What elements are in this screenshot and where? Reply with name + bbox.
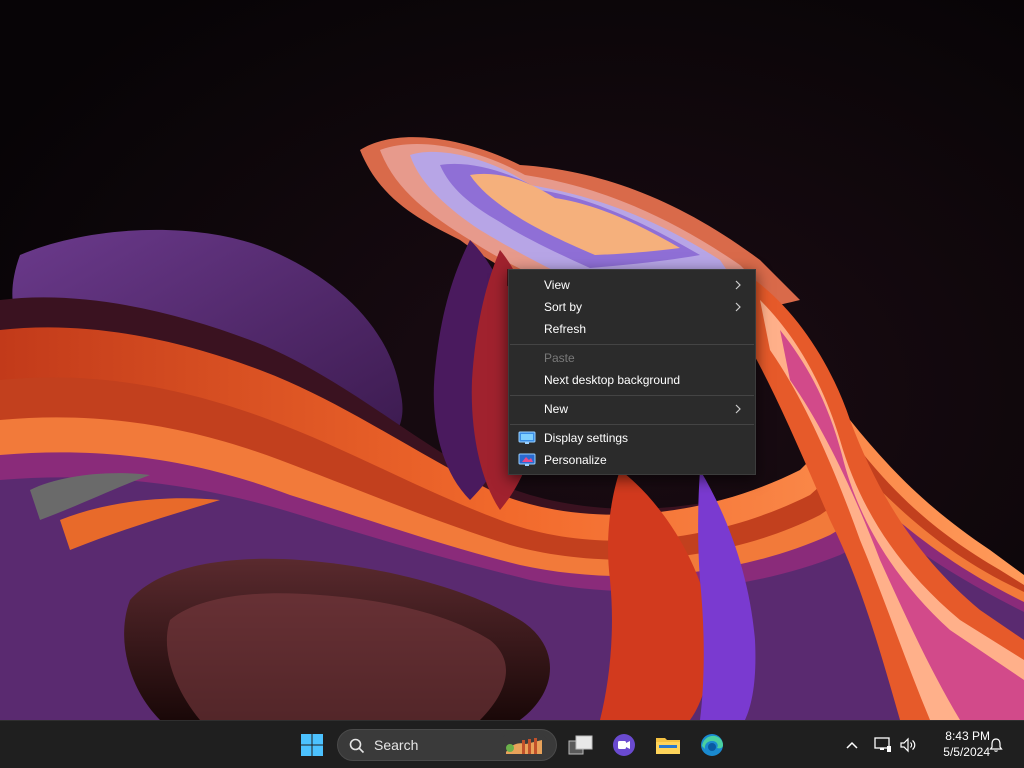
search-placeholder: Search [374, 737, 419, 753]
menu-item-sort-by[interactable]: Sort by [509, 296, 755, 318]
chevron-right-icon [735, 404, 741, 414]
menu-item-refresh[interactable]: Refresh [509, 318, 755, 340]
volume-button[interactable] [897, 721, 919, 768]
menu-separator [510, 424, 754, 425]
task-view-button[interactable] [563, 727, 599, 763]
file-explorer-button[interactable] [650, 727, 686, 763]
folder-icon [656, 738, 680, 754]
menu-item-paste: Paste [509, 347, 755, 369]
video-chat-icon [613, 734, 635, 756]
meet-button[interactable] [606, 727, 642, 763]
menu-item-display-settings[interactable]: Display settings [509, 427, 755, 449]
start-button[interactable] [294, 727, 330, 763]
taskbar: Search 8:43 PM 5/5/2024 [0, 720, 1024, 768]
show-hidden-icons-button[interactable] [842, 721, 862, 768]
personalize-icon [518, 453, 536, 466]
edge-browser-icon [701, 734, 723, 756]
chevron-up-icon [846, 741, 858, 749]
search-icon [349, 738, 365, 754]
menu-item-label: New [544, 402, 569, 416]
menu-separator [510, 395, 754, 396]
menu-item-label: Display settings [544, 431, 629, 445]
taskbar-clock[interactable]: 8:43 PM 5/5/2024 [926, 728, 990, 760]
desktop-context-menu: View Sort by Refresh Paste Next desktop … [508, 269, 756, 475]
task-view-icon [568, 735, 593, 755]
menu-item-label: View [544, 278, 570, 292]
taskbar-search-box[interactable]: Search [337, 729, 557, 761]
menu-item-label: Sort by [544, 300, 583, 314]
network-icon [874, 736, 891, 752]
windows-logo-icon [301, 734, 323, 756]
menu-separator [510, 344, 754, 345]
menu-item-label: Refresh [544, 322, 587, 336]
menu-item-next-desktop-background[interactable]: Next desktop background [509, 369, 755, 391]
menu-item-personalize[interactable]: Personalize [509, 449, 755, 471]
menu-item-label: Personalize [544, 453, 607, 467]
clock-date: 5/5/2024 [943, 745, 990, 759]
bell-icon [989, 737, 1003, 752]
clock-time: 8:43 PM [945, 729, 990, 743]
search-highlight-icon [500, 734, 548, 758]
display-icon [518, 431, 536, 444]
chevron-right-icon [735, 302, 741, 312]
chevron-right-icon [735, 280, 741, 290]
network-button[interactable] [873, 721, 893, 768]
edge-button[interactable] [694, 727, 730, 763]
volume-icon [900, 737, 916, 752]
notifications-button[interactable] [986, 721, 1006, 768]
menu-item-new[interactable]: New [509, 398, 755, 420]
desktop[interactable]: View Sort by Refresh Paste Next desktop … [0, 0, 1024, 720]
menu-item-label: Next desktop background [544, 373, 681, 387]
menu-item-view[interactable]: View [509, 274, 755, 296]
menu-item-label: Paste [544, 351, 575, 365]
